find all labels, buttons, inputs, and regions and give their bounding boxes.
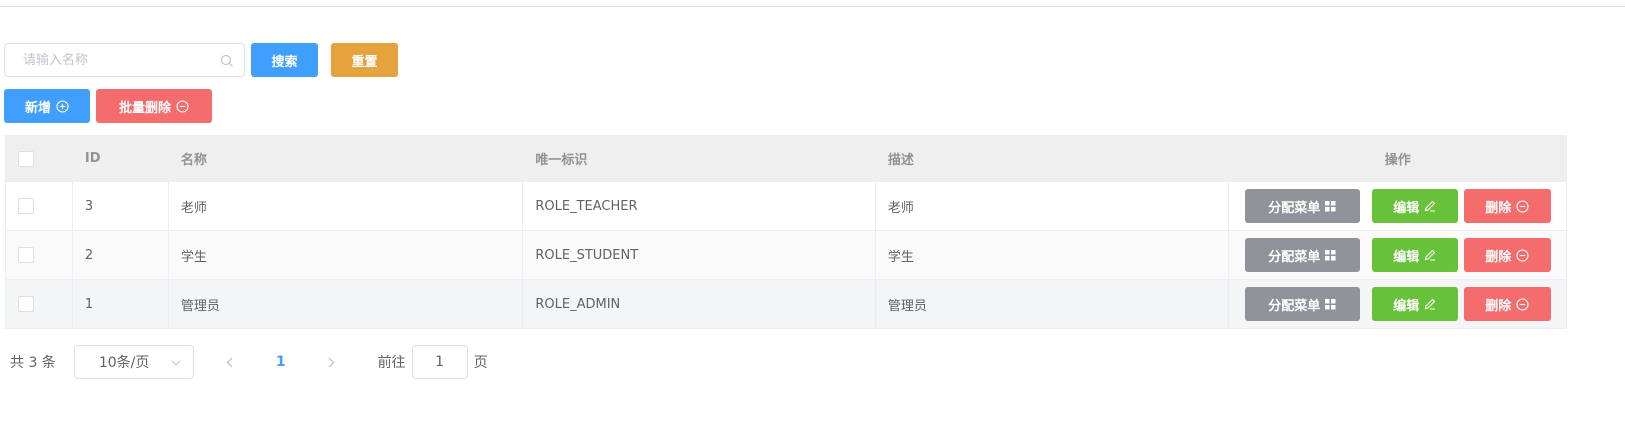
header-select-cell (6, 136, 73, 181)
row-select-cell (6, 231, 73, 279)
page-size-select[interactable]: 10条/页 (73, 345, 194, 379)
cell-id: 1 (73, 280, 169, 328)
cell-desc: 老师 (876, 182, 1230, 230)
search-field[interactable] (4, 43, 245, 77)
cell-desc: 管理员 (876, 280, 1230, 328)
cell-name: 管理员 (169, 280, 524, 328)
delete-button[interactable]: 删除 (1463, 287, 1551, 321)
cell-name: 老师 (169, 182, 524, 230)
add-button-label: 新增 (24, 100, 51, 116)
cell-id: 2 (73, 231, 169, 279)
pencil-icon (1424, 298, 1436, 310)
chevron-down-icon (171, 354, 181, 370)
header-key[interactable]: 唯一标识 (523, 136, 876, 181)
delete-label: 删除 (1485, 249, 1512, 265)
edit-button[interactable]: 编辑 (1371, 238, 1458, 272)
edit-button[interactable]: 编辑 (1371, 287, 1458, 321)
assign-menu-label: 分配菜单 (1268, 200, 1321, 216)
pencil-icon (1424, 200, 1436, 212)
goto-suffix: 页 (473, 355, 488, 371)
assign-menu-label: 分配菜单 (1268, 249, 1321, 265)
grid-icon (1325, 200, 1336, 212)
pagination-total: 共 3 条 (10, 355, 56, 371)
grid-icon (1325, 298, 1336, 310)
assign-menu-button[interactable]: 分配菜单 (1244, 238, 1360, 272)
table-row: 1 管理员 ROLE_ADMIN 管理员 分配菜单 编辑 删除 (6, 279, 1566, 328)
select-all-checkbox[interactable] (18, 150, 34, 167)
assign-menu-button[interactable]: 分配菜单 (1244, 189, 1360, 223)
minus-circle-icon (176, 99, 189, 113)
search-icon[interactable] (220, 53, 234, 67)
goto-prefix: 前往 (377, 355, 406, 371)
cell-name: 学生 (169, 231, 524, 279)
minus-circle-icon (1516, 199, 1529, 213)
row-checkbox[interactable] (18, 198, 34, 214)
table-row: 3 老师 ROLE_TEACHER 老师 分配菜单 编辑 删除 (6, 181, 1566, 230)
edit-button[interactable]: 编辑 (1371, 189, 1458, 223)
assign-menu-label: 分配菜单 (1268, 298, 1321, 314)
delete-button[interactable]: 删除 (1463, 189, 1551, 223)
header-ops: 操作 (1384, 153, 1411, 168)
grid-icon (1325, 249, 1336, 261)
reset-button[interactable]: 重置 (331, 43, 398, 77)
add-button[interactable]: 新增 (4, 89, 90, 123)
header-id[interactable]: ID (73, 136, 169, 181)
action-toolbar: 新增 批量删除 (4, 89, 212, 123)
roles-table: ID 名称 唯一标识 描述 操作 3 老师 ROLE_TEACHER 老师 分配… (5, 135, 1567, 329)
cell-id: 3 (73, 182, 169, 230)
delete-button[interactable]: 删除 (1463, 238, 1551, 272)
header-desc[interactable]: 描述 (876, 136, 1230, 181)
goto-page-input[interactable] (411, 345, 468, 379)
edit-label: 编辑 (1393, 200, 1420, 216)
minus-circle-icon (1516, 248, 1529, 262)
delete-label: 删除 (1485, 200, 1512, 216)
delete-label: 删除 (1485, 298, 1512, 314)
cell-key: ROLE_ADMIN (523, 280, 876, 328)
assign-menu-button[interactable]: 分配菜单 (1244, 287, 1360, 321)
cell-desc: 学生 (876, 231, 1230, 279)
plus-circle-icon (56, 99, 69, 113)
current-page[interactable]: 1 (276, 354, 286, 370)
row-checkbox[interactable] (18, 247, 34, 263)
search-toolbar: 搜索 重置 (4, 43, 398, 77)
search-input[interactable] (23, 52, 220, 68)
cell-ops: 分配菜单 编辑 删除 (1229, 182, 1566, 230)
edit-label: 编辑 (1393, 298, 1420, 314)
row-checkbox[interactable] (18, 296, 34, 312)
cell-ops: 分配菜单 编辑 删除 (1229, 231, 1566, 279)
row-select-cell (6, 280, 73, 328)
cell-key: ROLE_TEACHER (523, 182, 876, 230)
pagination: 共 3 条 10条/页 1 前往 页 (10, 345, 488, 379)
table-header: ID 名称 唯一标识 描述 操作 (6, 136, 1566, 181)
cell-ops: 分配菜单 编辑 删除 (1229, 280, 1566, 328)
page-size-value: 10条/页 (98, 355, 150, 371)
pencil-icon (1424, 249, 1436, 261)
batch-delete-button[interactable]: 批量删除 (96, 89, 212, 123)
edit-label: 编辑 (1393, 249, 1420, 265)
header-name[interactable]: 名称 (169, 136, 524, 181)
chevron-left-icon[interactable] (220, 352, 240, 372)
top-divider (0, 6, 1625, 7)
search-button[interactable]: 搜索 (251, 43, 318, 77)
row-select-cell (6, 182, 73, 230)
cell-key: ROLE_STUDENT (523, 231, 876, 279)
batch-delete-label: 批量删除 (118, 100, 171, 116)
table-row: 2 学生 ROLE_STUDENT 学生 分配菜单 编辑 删除 (6, 230, 1566, 279)
minus-circle-icon (1516, 297, 1529, 311)
chevron-right-icon[interactable] (322, 352, 342, 372)
